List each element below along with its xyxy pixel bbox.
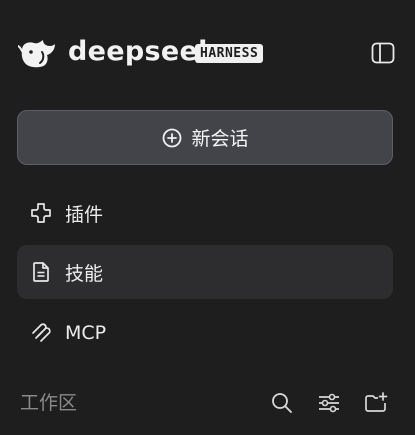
new-chat-label: 新会话 bbox=[191, 128, 249, 150]
nav-item-label: 技能 bbox=[65, 262, 104, 285]
workspace-section: 工作区 bbox=[20, 390, 392, 418]
new-folder-icon[interactable] bbox=[363, 390, 389, 416]
header: deepseek HARNESS bbox=[18, 34, 396, 74]
nav-item-label: MCP bbox=[65, 322, 107, 344]
plus-circle-icon bbox=[163, 128, 182, 147]
sidebar-toggle-icon[interactable] bbox=[370, 40, 396, 66]
mcp-icon bbox=[29, 321, 53, 345]
filter-settings-icon[interactable] bbox=[316, 390, 342, 416]
workspace-title: 工作区 bbox=[20, 392, 78, 414]
harness-badge: HARNESS bbox=[195, 44, 264, 63]
deepseek-whale-logo bbox=[18, 40, 55, 68]
nav-item-plugins[interactable]: 插件 bbox=[17, 186, 393, 240]
new-chat-button[interactable]: 新会话 bbox=[17, 110, 393, 165]
nav-item-label: 插件 bbox=[65, 203, 104, 226]
document-icon bbox=[29, 260, 53, 284]
nav-item-skills[interactable]: 技能 bbox=[17, 245, 393, 299]
plugin-icon bbox=[29, 201, 53, 225]
nav-item-mcp[interactable]: MCP bbox=[17, 306, 393, 360]
search-icon[interactable] bbox=[269, 390, 295, 416]
